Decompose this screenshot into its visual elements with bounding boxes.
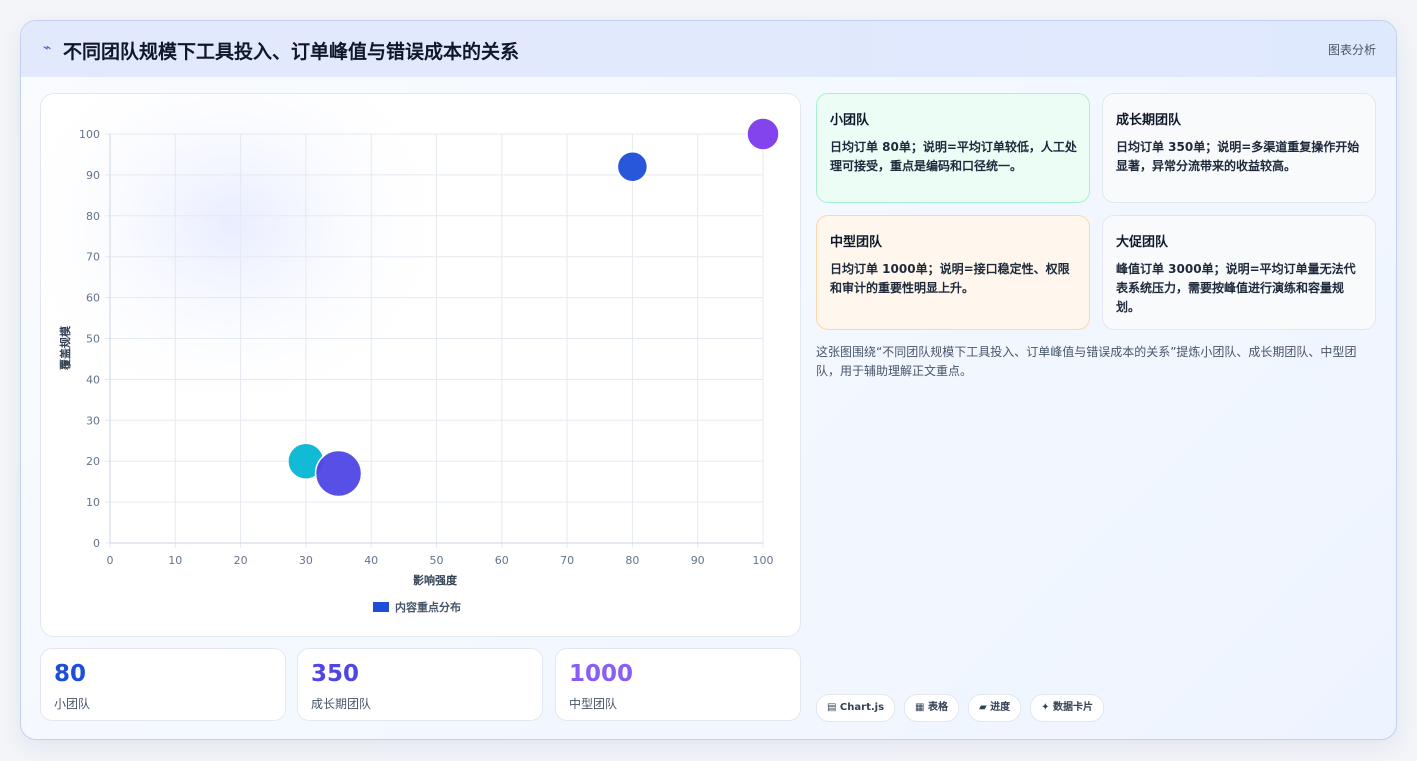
chart-analysis-tag: 图表分析 (1327, 43, 1376, 57)
x-axis-title: 影响强度 (413, 574, 457, 587)
lightning-icon: ⌁ (43, 40, 52, 56)
stat-card-small-team: 80 小团队 (40, 648, 286, 721)
x-tick-label: 70 (560, 554, 574, 567)
info-card-text: 日均订单 350单；说明=多渠道重复操作开始显著，异常分流带来的收益较高。 (1116, 140, 1360, 173)
info-card-small-team: 小团队 日均订单 80单；说明=平均订单较低，人工处理可接受，重点是编码和口径统… (816, 93, 1090, 203)
x-tick-label: 40 (364, 554, 378, 567)
x-tick-label: 60 (495, 554, 509, 567)
y-tick-label: 90 (86, 169, 100, 182)
stat-card-growth-team: 350 成长期团队 (297, 648, 543, 721)
y-tick-label: 10 (86, 496, 100, 509)
stat-value: 350 (311, 661, 360, 687)
info-card-text: 日均订单 1000单；说明=接口稳定性、权限和审计的重要性明显上升。 (830, 262, 1070, 295)
y-tick-label: 100 (79, 128, 100, 141)
info-card-text: 峰值订单 3000单；说明=平均订单量无法代表系统压力，需要按峰值进行演练和容量… (1116, 262, 1356, 314)
bubble-point (746, 117, 780, 151)
legend-label: 内容重点分布 (395, 601, 461, 614)
info-card-title: 成长期团队 (1116, 113, 1182, 128)
x-tick-label: 20 (234, 554, 248, 567)
chart-panel: 0 10 20 30 40 50 60 70 80 90 100 0 10 20 30 40 50 60 70 80 9… (40, 93, 801, 637)
stat-label: 成长期团队 (311, 697, 372, 711)
x-tick-label: 50 (430, 554, 444, 567)
info-card-title: 大促团队 (1116, 235, 1169, 250)
info-card-growth-team: 成长期团队 日均订单 350单；说明=多渠道重复操作开始显著，异常分流带来的收益… (1102, 93, 1376, 203)
chip-table[interactable]: ▦ 表格 (904, 694, 959, 722)
chart-legend[interactable]: 内容重点分布 (373, 599, 461, 615)
chip-progress[interactable]: ▰ 进度 (967, 694, 1022, 722)
y-tick-label: 40 (86, 373, 100, 386)
x-tick-label: 10 (168, 554, 182, 567)
bubble-chart: 0 10 20 30 40 50 60 70 80 90 100 0 10 20 30 40 50 60 70 80 9… (41, 94, 780, 567)
bubble-point (616, 150, 649, 183)
chart-summary: 这张图围绕“不同团队规模下工具投入、订单峰值与错误成本的关系”提炼小团队、成长期… (816, 345, 1357, 378)
plot-background-glow (41, 94, 461, 424)
info-card-mid-team: 中型团队 日均订单 1000单；说明=接口稳定性、权限和审计的重要性明显上升。 (816, 215, 1090, 330)
page-title: 不同团队规模下工具投入、订单峰值与错误成本的关系 (63, 41, 520, 63)
y-axis-title: 覆盖规模 (59, 326, 72, 370)
legend-swatch (373, 602, 389, 612)
y-tick-label: 30 (86, 414, 100, 427)
x-tick-label: 0 (107, 554, 114, 567)
chip-data-card[interactable]: ✦ 数据卡片 (1030, 694, 1105, 722)
card-header: ⌁ 不同团队规模下工具投入、订单峰值与错误成本的关系 图表分析 (21, 21, 1396, 77)
y-tick-label: 50 (86, 333, 100, 346)
x-tick-label: 30 (299, 554, 313, 567)
stat-value: 80 (54, 661, 87, 687)
info-card-title: 中型团队 (830, 235, 883, 250)
y-tick-label: 60 (86, 292, 100, 305)
y-tick-label: 80 (86, 210, 100, 223)
stat-label: 中型团队 (569, 697, 618, 711)
tech-chips: ▤ Chart.js ▦ 表格 ▰ 进度 ✦ 数据卡片 (816, 694, 1105, 722)
x-tick-label: 100 (753, 554, 774, 567)
x-tick-label: 90 (691, 554, 705, 567)
chip-chartjs[interactable]: ▤ Chart.js (816, 694, 896, 722)
bubble-point (314, 449, 363, 498)
info-card-promo-team: 大促团队 峰值订单 3000单；说明=平均订单量无法代表系统压力，需要按峰值进行… (1102, 215, 1376, 330)
info-card-title: 小团队 (830, 113, 870, 128)
chart-card: ⌁ 不同团队规模下工具投入、订单峰值与错误成本的关系 图表分析 0 10 20 30 4… (20, 20, 1397, 740)
y-tick-label: 70 (86, 251, 100, 264)
stat-label: 小团队 (54, 697, 91, 711)
y-tick-label: 0 (93, 537, 100, 550)
y-tick-label: 20 (86, 455, 100, 468)
stat-value: 1000 (569, 661, 634, 687)
x-tick-label: 80 (625, 554, 639, 567)
info-card-text: 日均订单 80单；说明=平均订单较低，人工处理可接受，重点是编码和口径统一。 (830, 140, 1077, 173)
stat-card-mid-team: 1000 中型团队 (555, 648, 801, 721)
